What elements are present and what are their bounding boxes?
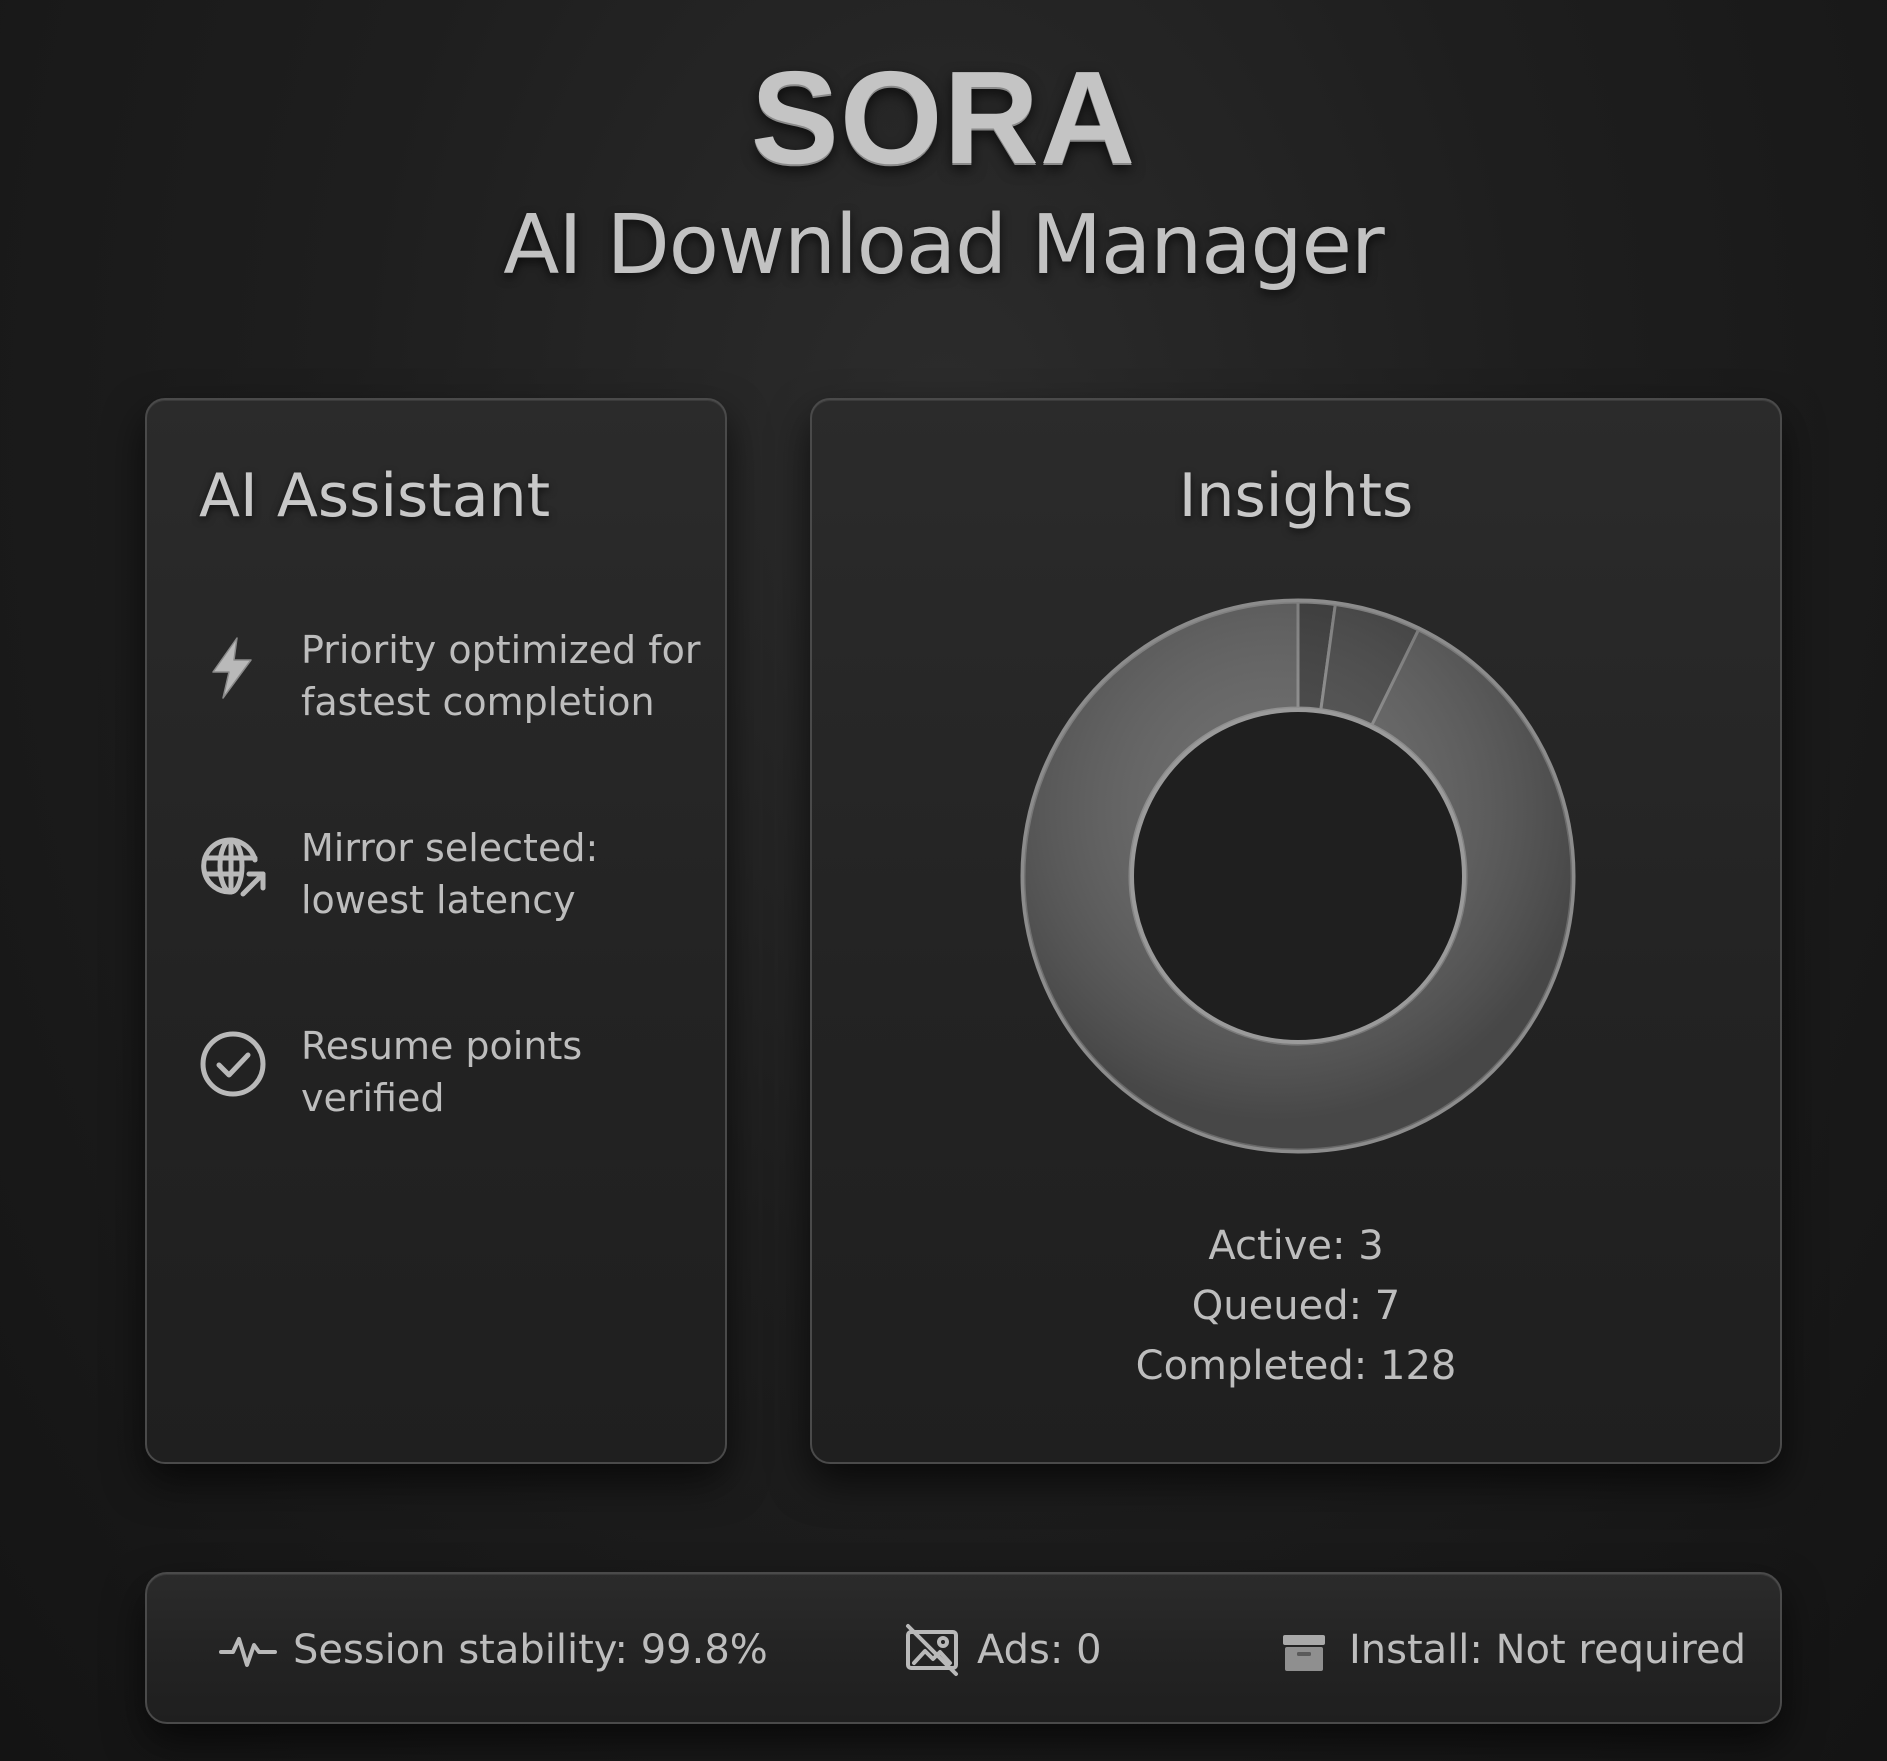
- insights-panel: Insights Active: 3 Queued: 7 Completed: …: [810, 398, 1782, 1464]
- assistant-item-resume: Resume points verified: [197, 1020, 697, 1140]
- box-icon: [1283, 1635, 1325, 1671]
- status-session-stability: Session stability: 99.8%: [219, 1620, 768, 1680]
- stat-active: Active: 3: [1208, 1223, 1384, 1269]
- check-circle-icon: [200, 1031, 266, 1097]
- ai-assistant-panel: AI Assistant Priority optimized for fast…: [145, 398, 727, 1464]
- insights-title: Insights: [1178, 461, 1414, 531]
- stat-completed: Completed: 128: [1135, 1343, 1457, 1389]
- pulse-icon: [219, 1637, 277, 1667]
- assistant-item-label: Resume points verified: [301, 1024, 583, 1120]
- donut-hole: [1130, 708, 1466, 1044]
- assistant-item-priority: Priority optimized for fastest completio…: [197, 624, 701, 744]
- donut-chart: [1020, 598, 1576, 1154]
- brand-title: SORA: [750, 44, 1137, 191]
- status-label: Ads: 0: [977, 1627, 1102, 1673]
- ai-assistant-title: AI Assistant: [199, 461, 551, 531]
- status-ads: Ads: 0: [903, 1620, 1102, 1680]
- app-subtitle: AI Download Manager: [503, 198, 1384, 293]
- status-bar: Session stability: 99.8% Ads: 0 Install:…: [145, 1572, 1782, 1724]
- status-label: Install: Not required: [1349, 1627, 1746, 1673]
- assistant-item-label: Priority optimized for fastest completio…: [301, 628, 701, 724]
- globe-arrow-icon: [201, 837, 266, 897]
- stat-queued: Queued: 7: [1191, 1283, 1401, 1329]
- insights-stats: Active: 3 Queued: 7 Completed: 128: [812, 1216, 1780, 1396]
- lightning-icon: [212, 637, 252, 699]
- assistant-item-label: Mirror selected: lowest latency: [301, 826, 599, 922]
- status-label: Session stability: 99.8%: [293, 1627, 768, 1673]
- status-install: Install: Not required: [1275, 1620, 1746, 1680]
- assistant-item-mirror: Mirror selected: lowest latency: [197, 822, 697, 942]
- ads-blocked-icon: [906, 1624, 958, 1676]
